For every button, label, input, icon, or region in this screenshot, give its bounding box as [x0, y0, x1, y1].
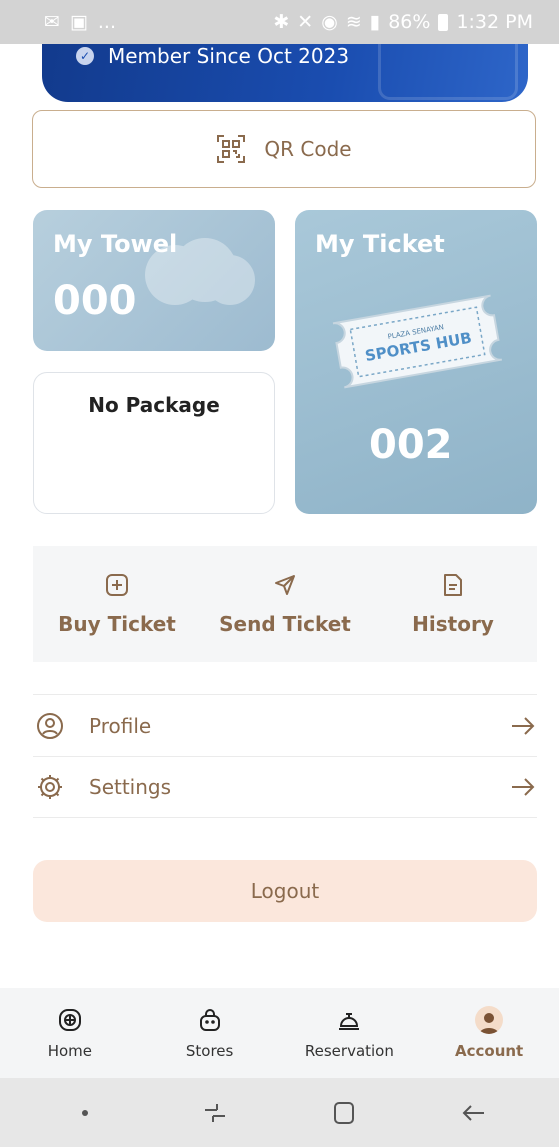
ticket-illustration: PLAZA SENAYAN SPORTS HUB — [332, 294, 503, 389]
clock: 1:32 PM — [456, 11, 533, 33]
user-circle-icon — [37, 712, 63, 739]
document-icon — [444, 574, 462, 596]
menu-item-profile[interactable]: Profile — [33, 694, 537, 756]
signal-icon: ▮ — [369, 11, 381, 33]
bag-icon — [199, 1009, 220, 1031]
arrow-right-icon — [512, 778, 535, 796]
wifi-icon: ≋ — [345, 11, 362, 33]
notification-overflow: ... — [97, 11, 116, 33]
back-icon[interactable] — [459, 1098, 489, 1128]
buy-ticket-button[interactable]: Buy Ticket — [33, 546, 201, 662]
nav-home-label: Home — [47, 1042, 93, 1060]
history-label: History — [412, 612, 494, 636]
mute-icon: ✕ — [297, 11, 314, 33]
home-button-icon[interactable] — [329, 1098, 359, 1128]
ticket-actions: Buy Ticket Send Ticket History — [33, 546, 537, 662]
send-icon — [275, 575, 295, 595]
account-menu: Profile Settings — [33, 694, 537, 818]
arrow-right-icon — [512, 716, 535, 735]
home-icon — [58, 1009, 81, 1031]
nav-stores-label: Stores — [185, 1042, 234, 1060]
send-ticket-label: Send Ticket — [219, 612, 351, 636]
my-towel-card[interactable]: My Towel 000 — [33, 210, 275, 351]
verified-icon: ✓ — [76, 47, 94, 65]
nav-account[interactable]: Account — [419, 1006, 559, 1060]
qr-code-icon — [217, 135, 246, 163]
recent-apps-icon[interactable] — [200, 1098, 230, 1128]
logout-button[interactable]: Logout — [33, 860, 537, 922]
profile-label: Profile — [89, 713, 152, 738]
alarm-icon: ◉ — [321, 11, 338, 33]
bottom-navigation: Home Stores Reservation Account — [0, 988, 559, 1078]
shop-icon: ▣ — [69, 11, 88, 33]
menu-item-settings[interactable]: Settings — [33, 756, 537, 818]
package-card[interactable]: No Package — [33, 372, 275, 514]
qr-code-label: QR Code — [264, 137, 352, 161]
history-button[interactable]: History — [369, 546, 537, 662]
settings-label: Settings — [89, 775, 172, 799]
nav-account-label: Account — [455, 1042, 524, 1060]
plus-square-icon — [106, 574, 128, 596]
gmail-icon: ✉ — [44, 11, 60, 33]
my-ticket-card[interactable]: My Ticket PLAZA SENAYAN SPORTS HUB 002 — [295, 210, 537, 514]
dot-icon[interactable] — [70, 1098, 100, 1128]
service-bell-icon — [339, 1013, 360, 1030]
send-ticket-button[interactable]: Send Ticket — [201, 546, 369, 662]
my-towel-title: My Towel — [53, 230, 178, 258]
bluetooth-icon: ✱ — [273, 11, 290, 33]
battery-icon — [438, 13, 449, 31]
nav-reservation-label: Reservation — [304, 1042, 394, 1060]
qr-code-button[interactable]: QR Code — [32, 110, 536, 188]
avatar-icon — [475, 1006, 504, 1034]
member-since-text: Member Since Oct 2023 — [108, 44, 350, 68]
no-package-label: No Package — [88, 393, 220, 417]
buy-ticket-label: Buy Ticket — [58, 612, 176, 636]
nav-stores[interactable]: Stores — [140, 1006, 280, 1060]
gear-icon — [38, 775, 62, 799]
battery-percent: 86% — [388, 11, 431, 33]
ticket-count: 002 — [369, 422, 453, 468]
status-bar: ✉ ▣ ... ✱ ✕ ◉ ≋ ▮ 86% 1:32 PM — [0, 0, 559, 44]
nav-home[interactable]: Home — [0, 1006, 140, 1060]
nav-reservation[interactable]: Reservation — [280, 1006, 420, 1060]
towel-count: 000 — [53, 278, 137, 324]
my-ticket-title: My Ticket — [315, 230, 445, 258]
system-navigation-bar — [0, 1078, 559, 1147]
logout-label: Logout — [250, 879, 320, 903]
